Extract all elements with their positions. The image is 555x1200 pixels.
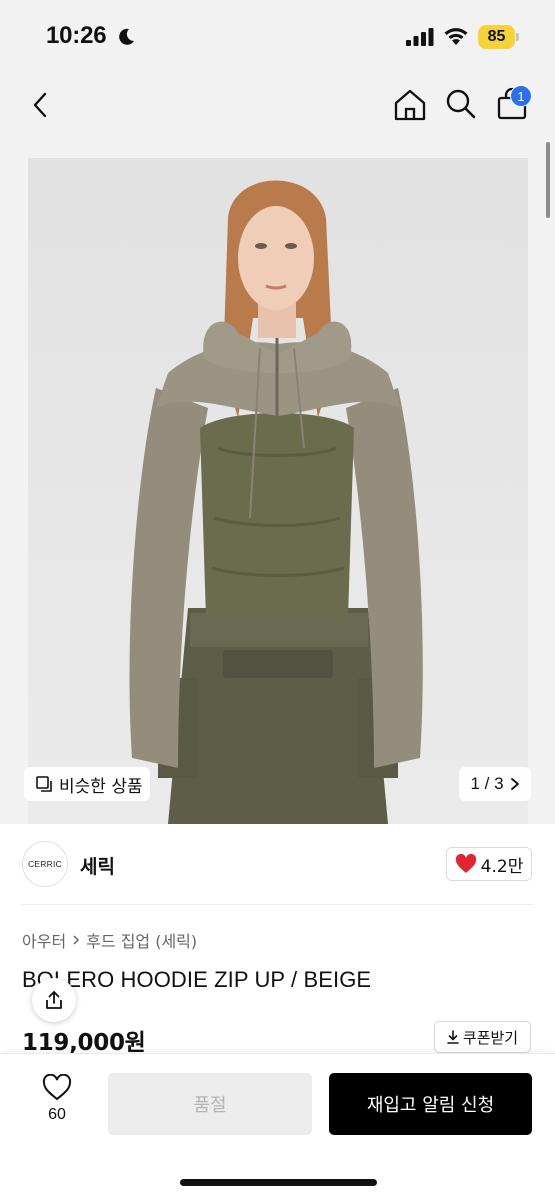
brand-like-count: 4.2만 — [480, 856, 524, 877]
similar-products-label: 비슷한 상품 — [59, 776, 143, 797]
home-indicator — [180, 1179, 377, 1186]
restock-alert-button[interactable]: 재입고 알림 신청 — [329, 1073, 532, 1135]
heart-filled-icon — [455, 854, 476, 873]
status-bar: 10:26 85 — [0, 0, 555, 70]
wifi-icon — [444, 28, 468, 45]
status-time: 10:26 — [46, 22, 107, 49]
back-icon[interactable] — [28, 90, 54, 120]
bottom-action-bar: 60 품절 재입고 알림 신청 — [0, 1053, 555, 1200]
product-info: CERRIC 세릭 4.2만 아우터 후드 집업 (세릭) BOLERO HOO… — [0, 824, 555, 1060]
moon-icon — [119, 28, 134, 45]
brand-like-button[interactable]: 4.2만 — [446, 847, 532, 881]
coupon-button[interactable]: 쿠폰받기 — [434, 1021, 531, 1053]
search-icon[interactable] — [445, 88, 477, 120]
product-photo — [129, 180, 423, 824]
similar-products-button[interactable]: 비슷한 상품 — [24, 767, 150, 801]
similar-icon — [36, 776, 52, 792]
battery-level: 85 — [487, 28, 506, 45]
share-button[interactable] — [32, 978, 76, 1022]
top-navigation: 1 — [0, 70, 555, 142]
product-title: BOLERO HOODIE ZIP UP / BEIGE — [22, 967, 372, 992]
breadcrumb-category[interactable]: 아우터 — [22, 928, 66, 952]
cart-count-badge: 1 — [510, 85, 532, 107]
pager-text: 1 / 3 — [470, 774, 504, 793]
coupon-label: 쿠폰받기 — [462, 1028, 519, 1047]
breadcrumb: 아우터 후드 집업 (세릭) — [22, 928, 197, 952]
soldout-button: 품절 — [108, 1073, 312, 1135]
battery-nub — [516, 33, 519, 41]
signal-icon — [406, 28, 434, 46]
share-icon — [46, 991, 62, 1009]
product-price: 119,000원 — [22, 1030, 146, 1056]
brand-logo-text: CERRIC — [28, 859, 62, 869]
chevron-right-icon — [73, 935, 80, 945]
breadcrumb-subcategory[interactable]: 후드 집업 (세릭) — [86, 928, 197, 952]
image-pager[interactable]: 1 / 3 — [459, 767, 531, 801]
wishlist-count: 60 — [48, 1106, 66, 1123]
product-image[interactable] — [28, 158, 528, 824]
brand-name[interactable]: 세릭 — [80, 852, 115, 879]
home-icon[interactable] — [393, 88, 427, 122]
download-icon — [447, 1030, 459, 1044]
divider — [22, 904, 533, 905]
battery-indicator: 85 — [478, 25, 515, 49]
heart-outline-icon — [42, 1074, 72, 1101]
brand-logo[interactable]: CERRIC — [22, 841, 68, 887]
scroll-indicator — [546, 142, 550, 218]
wishlist-button[interactable]: 60 — [28, 1074, 86, 1136]
chevron-right-icon — [510, 778, 519, 790]
